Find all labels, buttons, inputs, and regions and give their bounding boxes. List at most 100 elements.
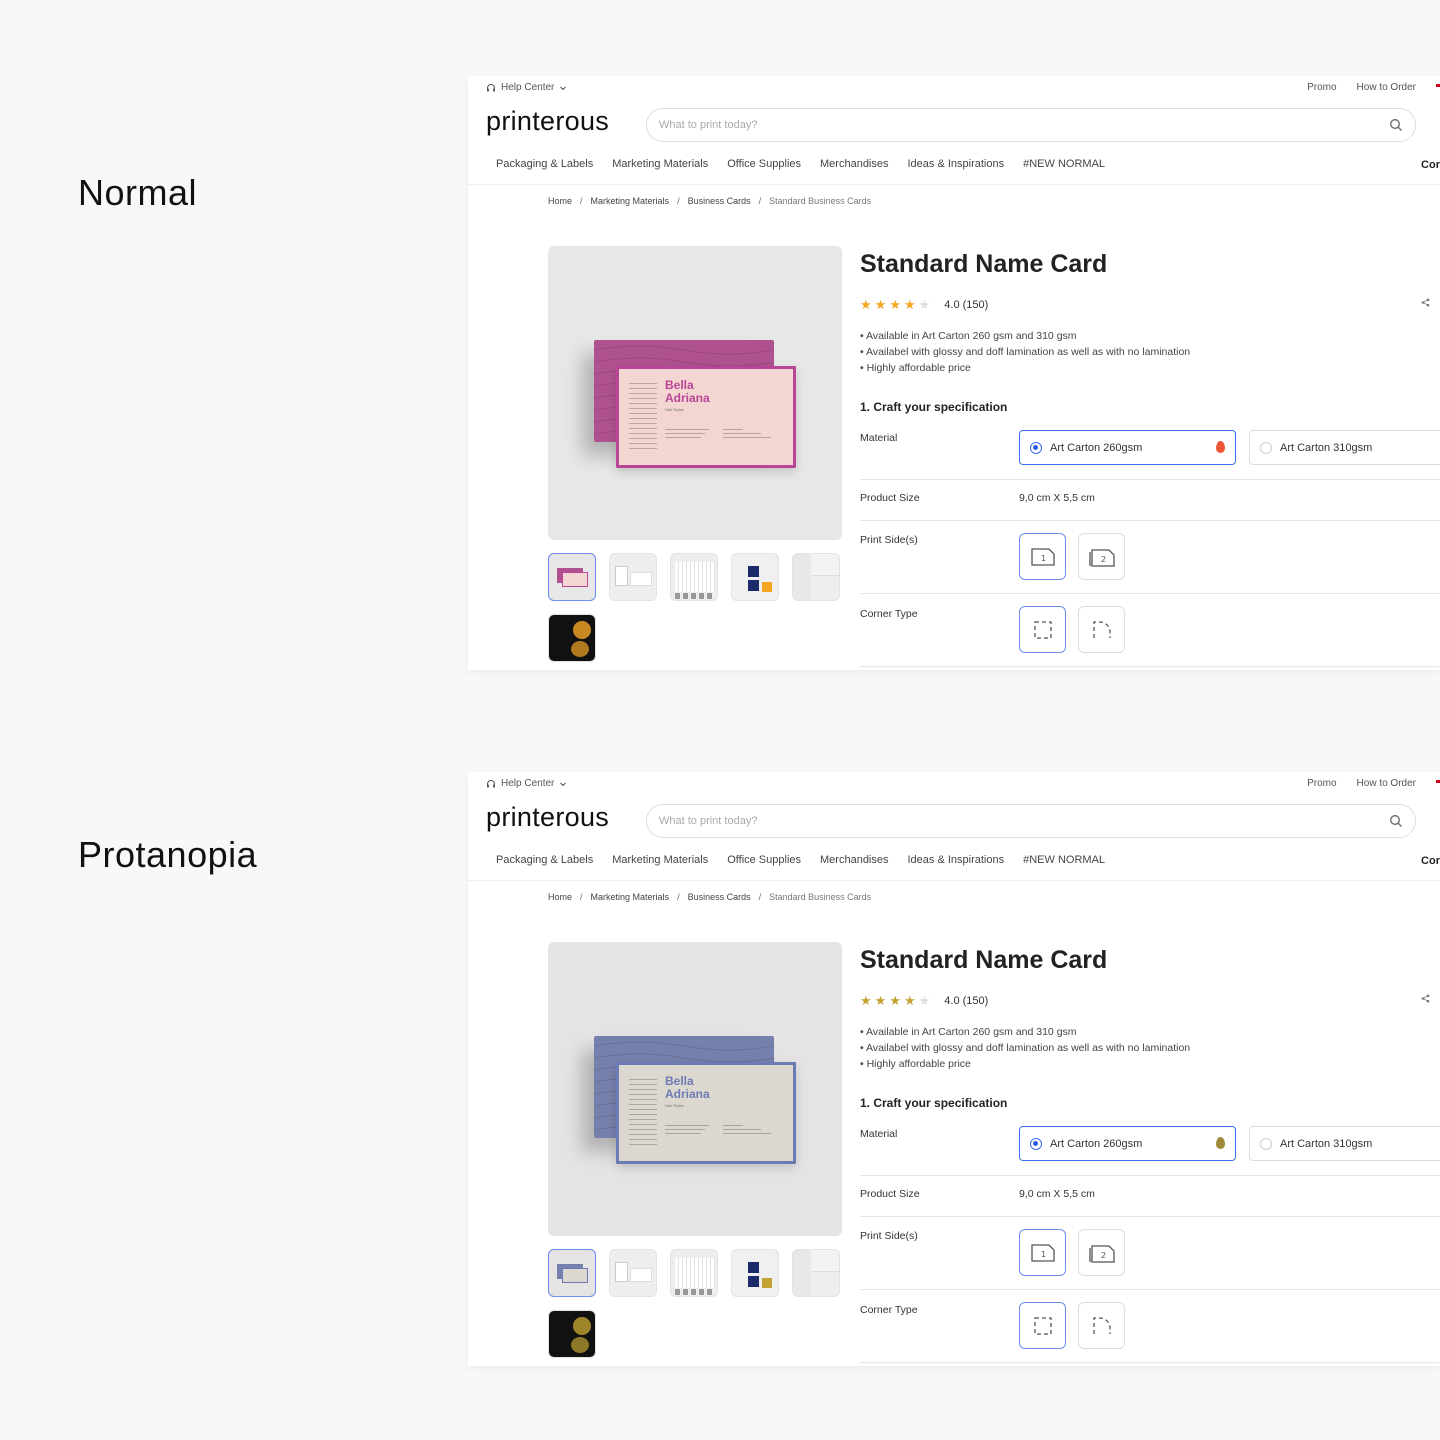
corner-rounded-option[interactable] (1078, 1302, 1125, 1349)
thumbnail-3[interactable] (670, 1249, 718, 1297)
share-button[interactable] (1421, 994, 1430, 1006)
nav-merchandises[interactable]: Merchandises (820, 854, 888, 866)
card-name-text: Bella Adriana (665, 1075, 710, 1101)
nav-corporate[interactable]: Cor (1421, 159, 1440, 171)
nav-ideas-inspirations[interactable]: Ideas & Inspirations (908, 158, 1005, 170)
thumbnail-3[interactable] (670, 553, 718, 601)
star-filled-icon: ★ (889, 993, 901, 1008)
material-option-260gsm[interactable]: Art Carton 260gsm (1019, 1126, 1236, 1161)
print-sides-label: Print Side(s) (860, 1230, 918, 1242)
rounded-corner-icon (1092, 620, 1111, 638)
material-option-310gsm[interactable]: Art Carton 310gsm (1249, 1126, 1440, 1161)
print-side-one-option[interactable]: 1 (1019, 1229, 1066, 1276)
nav-packaging-labels[interactable]: Packaging & Labels (496, 854, 593, 866)
radio-unselected (1260, 1138, 1272, 1150)
search-input[interactable]: What to print today? (646, 108, 1416, 142)
print-side-two-text: 2 (1101, 555, 1106, 564)
thumbnail-2[interactable] (609, 553, 657, 601)
breadcrumb-business-cards[interactable]: Business Cards (688, 892, 751, 902)
material-option-310gsm[interactable]: Art Carton 310gsm (1249, 430, 1440, 465)
thumbnail-5[interactable] (792, 553, 840, 601)
help-center-link[interactable]: Help Center (486, 82, 567, 93)
promo-link[interactable]: Promo (1307, 778, 1336, 789)
breadcrumb-business-cards[interactable]: Business Cards (688, 196, 751, 206)
thumbnail-1[interactable] (548, 553, 596, 601)
printerous-logo[interactable]: printerous (486, 106, 609, 137)
rating-stars: ★ ★ ★ ★ ★ (860, 298, 933, 312)
radio-selected (1030, 442, 1042, 454)
search-placeholder: What to print today? (659, 119, 758, 131)
breadcrumb-separator: / (580, 196, 583, 206)
search-icon[interactable] (1389, 118, 1403, 132)
nav-new-normal[interactable]: #NEW NORMAL (1023, 158, 1105, 170)
search-icon[interactable] (1389, 814, 1403, 828)
thumbnail-2[interactable] (609, 1249, 657, 1297)
breadcrumb-marketing-materials[interactable]: Marketing Materials (591, 196, 670, 206)
card-text-line (723, 1133, 771, 1134)
corner-rounded-option[interactable] (1078, 606, 1125, 653)
headset-icon (487, 83, 495, 91)
nav-marketing-materials[interactable]: Marketing Materials (612, 854, 708, 866)
breadcrumb-home[interactable]: Home (548, 196, 572, 206)
thumbnail-1[interactable] (548, 1249, 596, 1297)
breadcrumb-current: Standard Business Cards (769, 892, 872, 902)
product-size-value: 9,0 cm X 5,5 cm (1019, 1188, 1095, 1200)
how-to-order-link[interactable]: How to Order (1357, 778, 1416, 789)
nav-office-supplies[interactable]: Office Supplies (727, 854, 801, 866)
protanopia-label: Protanopia (78, 834, 258, 875)
feature-item: • Available in Art Carton 260 gsm and 31… (860, 330, 1077, 342)
promo-link[interactable]: Promo (1307, 82, 1336, 93)
thumbnail-6[interactable] (548, 1310, 596, 1358)
headset-icon (487, 779, 495, 787)
protanopia-vision-screenshot: Help Center Promo How to Order printerou… (468, 772, 1440, 1366)
card-front-image: Bella Adriana Nail Stylist (616, 366, 796, 468)
material-option-label: Art Carton 310gsm (1280, 441, 1373, 454)
breadcrumb-marketing-materials[interactable]: Marketing Materials (591, 892, 670, 902)
rating-text: 4.0 (150) (944, 995, 989, 1007)
nav-corporate[interactable]: Cor (1421, 855, 1440, 867)
material-option-label: Art Carton 310gsm (1280, 1137, 1373, 1150)
search-placeholder: What to print today? (659, 815, 758, 827)
product-features: • Available in Art Carton 260 gsm and 31… (860, 1024, 1190, 1072)
rounded-corner-icon (1092, 1316, 1111, 1334)
print-side-one-option[interactable]: 1 (1019, 533, 1066, 580)
nav-packaging-labels[interactable]: Packaging & Labels (496, 158, 593, 170)
thumbnail-5[interactable] (792, 1249, 840, 1297)
print-side-two-option[interactable]: 2 (1078, 1229, 1125, 1276)
corner-type-label: Corner Type (860, 1304, 918, 1316)
feature-item: • Availabel with glossy and doff laminat… (860, 346, 1191, 358)
card-text-line (665, 437, 701, 438)
card-text-line (723, 433, 761, 434)
print-side-two-option[interactable]: 2 (1078, 533, 1125, 580)
nav-marketing-materials[interactable]: Marketing Materials (612, 158, 708, 170)
nav-merchandises[interactable]: Merchandises (820, 158, 888, 170)
top-bar: Help Center Promo How to Order (468, 772, 1440, 796)
card-text-line (723, 1129, 761, 1130)
help-center-link[interactable]: Help Center (486, 778, 567, 789)
card-stripe-pattern (629, 381, 657, 453)
breadcrumb-separator: / (677, 196, 680, 206)
share-button[interactable] (1421, 298, 1430, 310)
thumbnail-6[interactable] (548, 614, 596, 662)
nav-new-normal[interactable]: #NEW NORMAL (1023, 854, 1105, 866)
breadcrumb-home[interactable]: Home (548, 892, 572, 902)
how-to-order-link[interactable]: How to Order (1357, 82, 1416, 93)
help-center-label: Help Center (501, 82, 555, 93)
star-filled-icon: ★ (874, 993, 887, 1008)
corner-type-label: Corner Type (860, 608, 918, 620)
flag-icon (1436, 84, 1440, 87)
thumbnail-4[interactable] (731, 553, 779, 601)
nav-office-supplies[interactable]: Office Supplies (727, 158, 801, 170)
search-input[interactable]: What to print today? (646, 804, 1416, 838)
corner-square-option[interactable] (1019, 606, 1066, 653)
single-side-icon: 1 (1030, 547, 1055, 566)
chevron-down-icon (560, 782, 567, 786)
normal-label: Normal (78, 172, 198, 213)
corner-square-option[interactable] (1019, 1302, 1066, 1349)
nav-ideas-inspirations[interactable]: Ideas & Inspirations (908, 854, 1005, 866)
printerous-logo[interactable]: printerous (486, 802, 609, 833)
material-option-260gsm[interactable]: Art Carton 260gsm (1019, 430, 1236, 465)
card-text-line (723, 429, 743, 430)
flame-icon (1216, 441, 1225, 453)
thumbnail-4[interactable] (731, 1249, 779, 1297)
